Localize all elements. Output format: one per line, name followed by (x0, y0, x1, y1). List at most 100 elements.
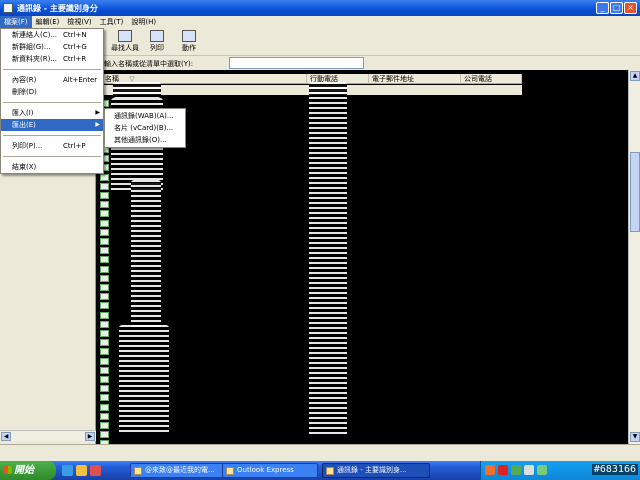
menu-edit[interactable]: 編輯(E) (32, 16, 64, 28)
tray-misc-icon[interactable] (537, 465, 547, 475)
close-button[interactable]: × (624, 2, 637, 14)
file-menu-item[interactable]: 刪除(D) (1, 86, 103, 98)
taskbar-task-1[interactable]: @來致@最近我的電... (130, 463, 232, 478)
contact-icon (100, 366, 109, 374)
minimize-button[interactable]: _ (596, 2, 609, 14)
contact-icon (100, 422, 109, 429)
menu-bar: 檔案(F) 編輯(E) 檢視(V) 工具(T) 說明(H) (0, 16, 640, 28)
scroll-left-icon[interactable]: ◀ (1, 432, 11, 441)
export-submenu-item[interactable]: 名片 (vCard)(B)... (105, 122, 185, 134)
task-2-label: Outlook Express (237, 466, 294, 474)
ie-icon[interactable] (62, 465, 73, 476)
redacted-scribble (131, 180, 161, 330)
outlook-express-icon (226, 467, 234, 475)
print-label: 列印 (150, 44, 164, 52)
export-submenu-item[interactable]: 其他通訊錄(O)... (105, 134, 185, 146)
redacted-scribble (119, 325, 169, 435)
file-menu-item-label: 新連絡人(C)... (12, 31, 58, 39)
contact-icon (100, 339, 109, 347)
task-1-label: @來致@最近我的電... (145, 466, 215, 474)
file-menu-shortcut: Ctrl+P (63, 142, 86, 150)
redacted-scribble (309, 82, 347, 437)
scroll-thumb[interactable] (630, 152, 640, 232)
taskbar-task-2[interactable]: Outlook Express (222, 463, 318, 478)
folder-icon[interactable] (76, 465, 87, 476)
find-people-label: 尋找人員 (111, 44, 139, 52)
file-menu-shortcut: Alt+Enter (63, 76, 98, 84)
file-menu-item[interactable]: 列印(P)... Ctrl+P (1, 140, 103, 152)
toolbar: 尋找人員 列印 動作 (104, 28, 640, 55)
file-menu-shortcut: Ctrl+R (63, 55, 87, 63)
action-button[interactable]: 動作 (174, 30, 204, 53)
file-menu-item-label: 列印(P)... (12, 142, 43, 150)
tray-app-icon[interactable] (485, 465, 495, 475)
contact-icon (100, 182, 109, 190)
file-menu-item-label: 內容(R) (12, 76, 37, 84)
contact-icon (100, 210, 109, 218)
print-button[interactable]: 列印 (142, 30, 172, 53)
redacted-scribble (113, 82, 161, 98)
file-menu-item[interactable]: 匯入(I) ▶ (1, 107, 103, 119)
system-tray: #683166 (480, 461, 640, 480)
column-email[interactable]: 電子郵件地址 (369, 74, 461, 84)
tray-watermark: #683166 (591, 464, 638, 475)
contact-icon (100, 431, 109, 439)
file-menu-item[interactable]: 新資料夾(R)... Ctrl+R (1, 53, 103, 65)
find-people-icon (118, 30, 132, 42)
contact-icon (100, 274, 109, 282)
tray-antivirus-icon[interactable] (498, 465, 508, 475)
menu-separator (3, 131, 101, 136)
folder-pane-hscrollbar[interactable]: ◀ ▶ (0, 430, 96, 441)
export-submenu: 通訊錄(WAB)(A)... 名片 (vCard)(B)... 其他通訊錄(O)..… (104, 108, 186, 148)
file-menu-item[interactable]: 結束(X) (1, 161, 103, 173)
search-input[interactable] (229, 57, 364, 69)
contact-icon (100, 320, 109, 328)
file-menu-item-label: 刪除(D) (12, 88, 37, 96)
scroll-right-icon[interactable]: ▶ (85, 432, 95, 441)
contact-icon (100, 265, 109, 273)
contact-icon (100, 403, 109, 411)
window-icon (134, 467, 142, 475)
task-3-label: 通訊錄 - 主要識別身... (337, 466, 407, 474)
contact-icon (100, 256, 109, 264)
media-icon[interactable] (90, 465, 101, 476)
contact-icon (100, 201, 109, 209)
scroll-down-icon[interactable]: ▼ (630, 432, 640, 442)
tray-network-icon[interactable] (511, 465, 521, 475)
contact-icon (100, 302, 109, 310)
maximize-button[interactable]: □ (610, 2, 623, 14)
taskbar-task-3[interactable]: 通訊錄 - 主要識別身... (322, 463, 430, 478)
menu-help[interactable]: 說明(H) (127, 16, 160, 28)
contact-icon (100, 228, 109, 236)
scroll-up-icon[interactable]: ▲ (630, 71, 640, 81)
file-menu-item-label: 匯入(I) (12, 109, 34, 117)
column-work-phone[interactable]: 公司電話 (461, 74, 522, 84)
window-controls: _ □ × (596, 2, 637, 14)
contact-icon (100, 284, 109, 291)
contact-icon (100, 348, 109, 356)
start-button[interactable]: 開始 (0, 461, 56, 480)
submenu-arrow-icon: ▶ (95, 109, 100, 116)
file-menu-shortcut: Ctrl+N (63, 31, 87, 39)
menu-view[interactable]: 檢視(V) (63, 16, 95, 28)
file-menu-shortcut: Ctrl+G (63, 43, 87, 51)
contact-icon (100, 357, 109, 365)
menu-tools[interactable]: 工具(T) (96, 16, 128, 28)
address-book-icon (326, 467, 334, 475)
file-menu-item[interactable]: 內容(R) Alt+Enter (1, 74, 103, 86)
contact-icon (100, 311, 109, 319)
menu-file[interactable]: 檔案(F) (0, 16, 32, 28)
contact-list-vscrollbar[interactable]: ▲ ▼ (628, 70, 640, 444)
contact-icon (100, 192, 109, 199)
export-submenu-item[interactable]: 通訊錄(WAB)(A)... (105, 110, 185, 122)
search-label: 輸入名稱或從清單中選取(Y): (104, 60, 194, 68)
action-label: 動作 (182, 44, 196, 52)
status-bar (0, 444, 640, 461)
file-menu-item[interactable]: 新群組(G)... Ctrl+G (1, 41, 103, 53)
find-people-button[interactable]: 尋找人員 (110, 30, 140, 53)
file-menu-item[interactable]: 新連絡人(C)... Ctrl+N (1, 29, 103, 41)
menu-separator (3, 65, 101, 70)
file-menu-item[interactable]: 匯出(E) ▶ (1, 119, 103, 131)
contact-icon (100, 376, 109, 383)
tray-volume-icon[interactable] (524, 465, 534, 475)
